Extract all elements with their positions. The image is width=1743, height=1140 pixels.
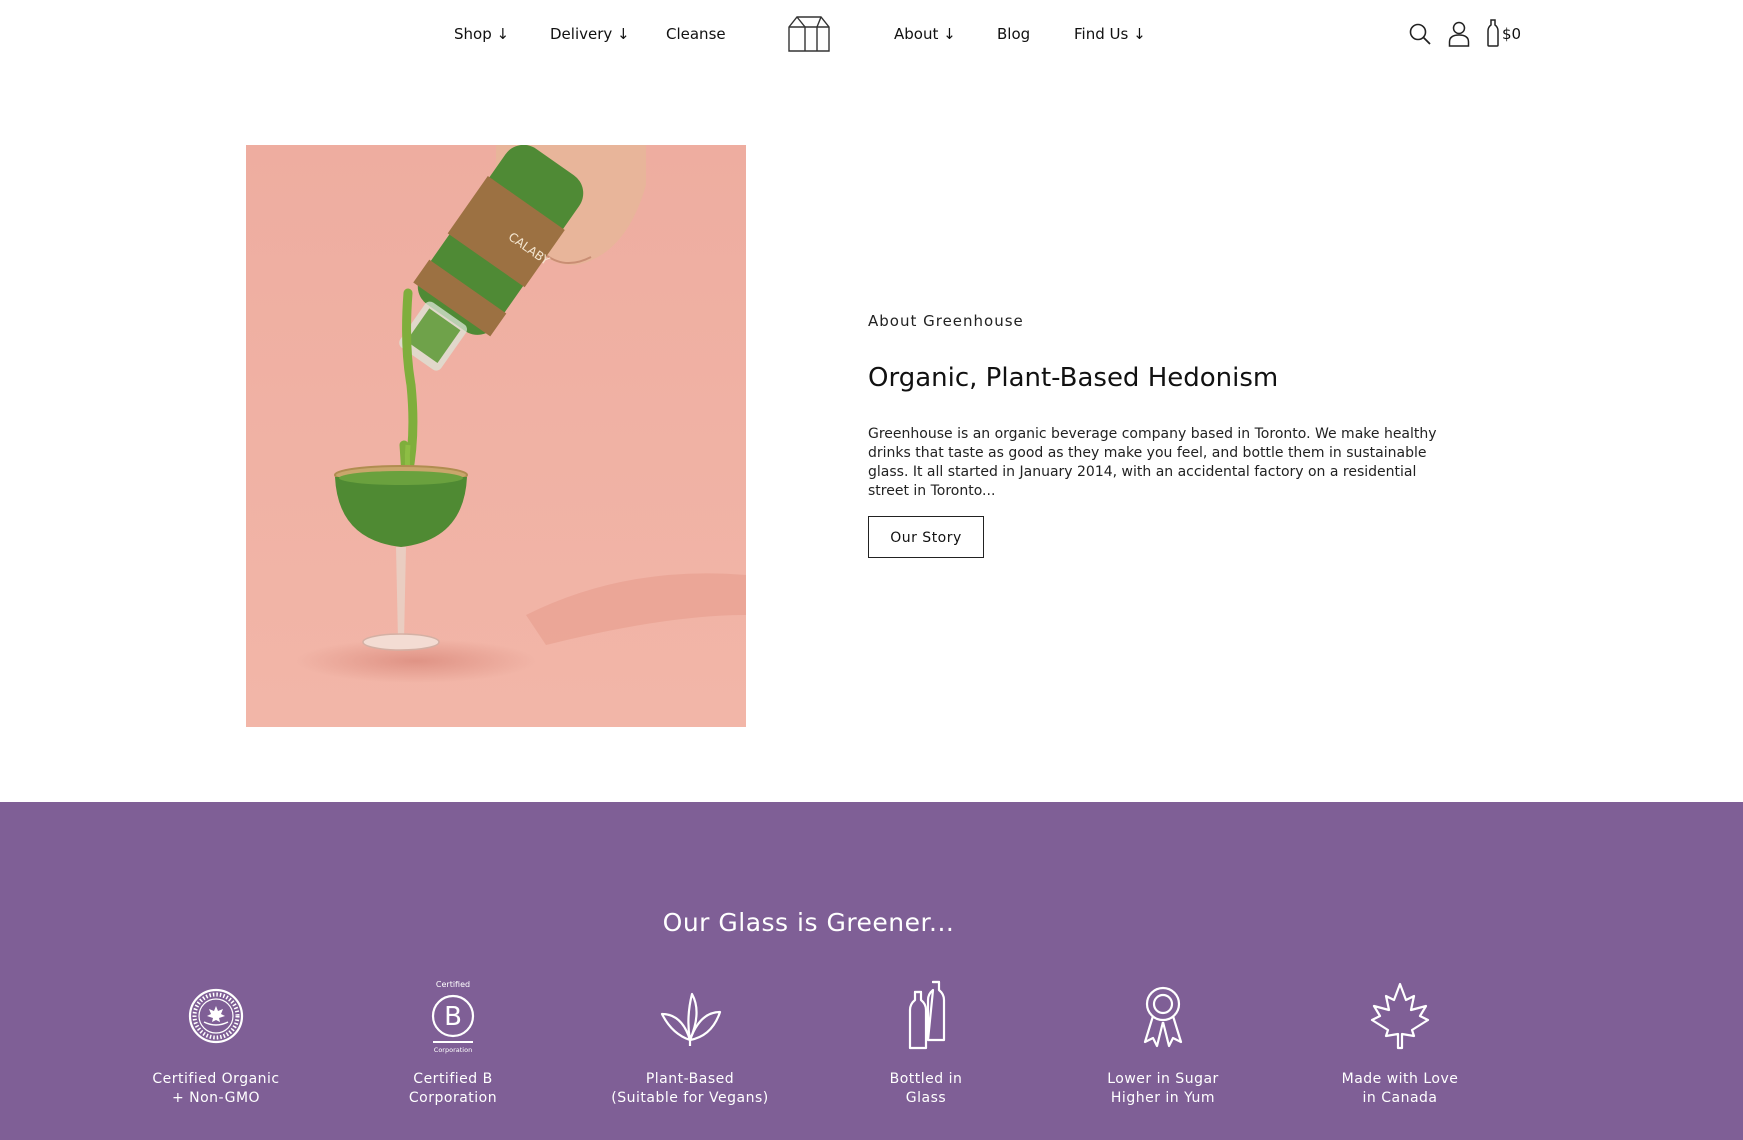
hero-image: CALABY <box>246 145 746 727</box>
feature-label: Certified B Corporation <box>408 1071 498 1106</box>
feature-plant-based: Plant-Based (Suitable for Vegans) <box>590 978 790 1108</box>
cart-total[interactable]: $0 <box>1502 22 1521 46</box>
nav-shop[interactable]: Shop ↓ <box>454 22 509 46</box>
leaves-icon <box>660 992 722 1046</box>
bottles-icon <box>908 980 946 1050</box>
svg-text:Certified: Certified <box>436 980 470 989</box>
nav-cleanse[interactable]: Cleanse <box>666 22 726 46</box>
b-corp-icon: Certified B Corporation <box>431 980 475 1054</box>
feature-lower-sugar: Lower in Sugar Higher in Yum <box>1063 978 1263 1108</box>
site-header: Shop ↓ Delivery ↓ Cleanse About ↓ Blog F… <box>0 0 1743 68</box>
svg-text:B: B <box>444 1002 462 1032</box>
bottle-cart-icon[interactable] <box>1487 19 1499 47</box>
feature-label: Made with Love in Canada <box>1341 1071 1459 1106</box>
feature-made-in-canada: Made with Love in Canada <box>1300 978 1500 1108</box>
about-eyebrow: About Greenhouse <box>868 312 1024 330</box>
feature-bottled-in-glass: Bottled in Glass <box>826 978 1026 1108</box>
nav-blog[interactable]: Blog <box>997 22 1030 46</box>
features-band: Our Glass is Greener... Certified Organi… <box>0 802 1743 1140</box>
nav-find-us[interactable]: Find Us ↓ <box>1074 22 1146 46</box>
about-body: Greenhouse is an organic beverage compan… <box>868 426 1437 499</box>
feature-label: Bottled in Glass <box>889 1071 963 1106</box>
features-title: Our Glass is Greener... <box>662 908 955 937</box>
ribbon-icon <box>1143 986 1183 1048</box>
feature-label: Plant-Based (Suitable for Vegans) <box>611 1071 769 1106</box>
feature-label: Certified Organic + Non-GMO <box>152 1071 280 1106</box>
nav-about[interactable]: About ↓ <box>894 22 956 46</box>
feature-b-corp: Certified B Corporation Certified B Corp… <box>353 978 553 1108</box>
svg-text:Corporation: Corporation <box>434 1046 472 1054</box>
house-logo-icon[interactable] <box>787 15 831 53</box>
about-headline: Organic, Plant-Based Hedonism <box>868 363 1279 393</box>
nav-delivery[interactable]: Delivery ↓ <box>550 22 630 46</box>
maple-leaf-icon <box>1370 982 1430 1050</box>
user-icon[interactable] <box>1448 21 1470 47</box>
feature-certified-organic: Certified Organic + Non-GMO <box>116 978 316 1108</box>
our-story-button[interactable]: Our Story <box>868 516 984 558</box>
feature-label: Lower in Sugar Higher in Yum <box>1107 1071 1219 1106</box>
search-icon[interactable] <box>1409 23 1431 45</box>
canada-organic-seal-icon <box>188 988 244 1044</box>
